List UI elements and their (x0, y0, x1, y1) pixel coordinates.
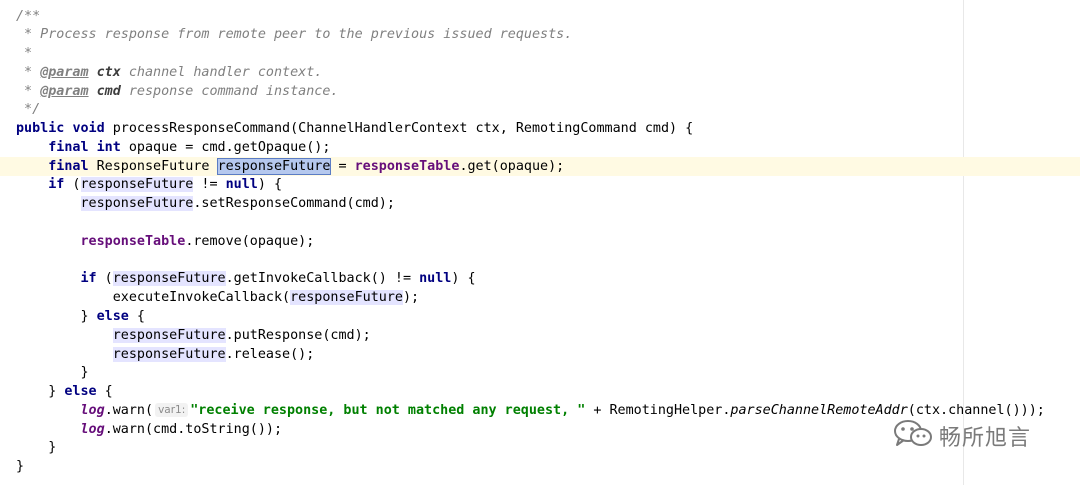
keyword-else: else (64, 384, 97, 399)
code-line-8: final int opaque = cmd.getOpaque(); (16, 138, 330, 157)
param-tag[interactable]: @param (40, 84, 88, 99)
code-editor[interactable]: /** * Process response from remote peer … (0, 0, 1080, 485)
code-line-13: responseTable.remove(opaque); (16, 232, 315, 251)
keyword-null: null (419, 271, 452, 286)
watermark-text: 畅所旭言 (939, 426, 1032, 451)
right-brace: } (80, 309, 89, 324)
keyword-else: else (96, 309, 129, 324)
right-brace: } (48, 384, 57, 399)
execute-invoke-callback-call: executeInvokeCallback( (112, 290, 291, 305)
response-future-usage[interactable]: responseFuture (112, 347, 226, 362)
warn-call-open: .warn( (104, 403, 154, 418)
assign-operator: = (330, 159, 355, 174)
param-ctx-desc: channel handler context. (120, 65, 323, 80)
code-line-1: /** (16, 7, 40, 26)
field-log[interactable]: log (81, 422, 105, 437)
open-brace: { (96, 384, 113, 399)
code-line-15: if (responseFuture.getInvokeCallback() !… (16, 269, 476, 288)
get-opaque-call: .get(opaque); (459, 159, 565, 174)
code-line-25: } (16, 457, 24, 476)
comment-summary: * Process response from remote peer to t… (16, 27, 573, 42)
keyword-void: void (72, 121, 105, 136)
code-line-2: * Process response from remote peer to t… (16, 25, 572, 44)
warn-string-literal: "receive response, but not matched any r… (190, 403, 586, 418)
comment-open: /** (16, 9, 41, 24)
get-invoke-callback-call: .getInvokeCallback() != (225, 271, 420, 286)
response-future-usage[interactable]: responseFuture (80, 177, 194, 192)
code-line-20: } (16, 363, 89, 382)
parse-remote-addr-call[interactable]: parseChannelRemoteAddr (730, 403, 907, 418)
method-signature[interactable]: processResponseCommand(ChannelHandlerCon… (105, 121, 693, 136)
opaque-assignment: opaque = cmd.getOpaque(); (120, 140, 331, 155)
ctx-channel-args: (ctx.channel())); (907, 403, 1045, 418)
code-line-21: } else { (16, 382, 113, 401)
response-future-usage[interactable]: responseFuture (112, 271, 226, 286)
code-line-24: } (16, 438, 56, 457)
response-future-usage[interactable]: responseFuture (80, 196, 194, 211)
open-brace: { (128, 309, 145, 324)
code-line-19: responseFuture.release(); (16, 345, 314, 364)
code-line-23: log.warn(cmd.toString()); (16, 420, 283, 439)
param-cmd-name: cmd (96, 84, 121, 99)
code-line-7: public void processResponseCommand(Chann… (16, 119, 693, 138)
remove-opaque-call: .remove(opaque); (185, 234, 315, 249)
field-response-table[interactable]: responseTable (81, 234, 186, 249)
keyword-final: final (48, 140, 89, 155)
code-line-4: * @param ctx channel handler context. (16, 63, 322, 82)
code-line-17: } else { (16, 307, 146, 326)
right-brace: } (80, 365, 89, 380)
code-line-5: * @param cmd response command instance. (16, 82, 338, 101)
warn-to-string-call: .warn(cmd.toString()); (104, 422, 283, 437)
keyword-null: null (225, 177, 258, 192)
code-line-22: log.warn(var1: "receive response, but not… (16, 401, 1045, 420)
keyword-public: public (16, 121, 65, 136)
close-paren-semi: ); (403, 290, 420, 305)
not-equal-operator: != (193, 177, 226, 192)
param-cmd-desc: response command instance. (120, 84, 339, 99)
keyword-int: int (96, 140, 121, 155)
comment-close: */ (16, 102, 41, 117)
comment-star: * (16, 65, 41, 80)
paren-close-brace: ) { (451, 271, 476, 286)
paren-open: ( (64, 177, 81, 192)
paren-close-brace: ) { (257, 177, 283, 192)
release-call: .release(); (225, 347, 315, 362)
wechat-icon (893, 419, 933, 453)
comment-star: * (16, 84, 41, 99)
keyword-if: if (80, 271, 97, 286)
code-line-6: */ (16, 100, 40, 119)
comment-blank: * (16, 46, 33, 61)
parameter-hint: var1: (155, 403, 189, 417)
response-future-usage[interactable]: responseFuture (112, 328, 226, 343)
keyword-if: if (48, 177, 65, 192)
put-response-call: .putResponse(cmd); (225, 328, 371, 343)
code-line-18: responseFuture.putResponse(cmd); (16, 326, 371, 345)
response-future-usage[interactable]: responseFuture (290, 290, 403, 305)
code-line-10: if (responseFuture != null) { (16, 175, 282, 194)
field-log[interactable]: log (81, 403, 105, 418)
code-line-9: final ResponseFuture responseFuture = re… (16, 157, 564, 176)
code-line-3: * (16, 44, 32, 63)
set-response-command-call: .setResponseCommand(cmd); (193, 196, 395, 211)
code-line-16: executeInvokeCallback(responseFuture); (16, 288, 419, 307)
param-tag[interactable]: @param (40, 65, 88, 80)
right-brace: } (48, 440, 57, 455)
keyword-final: final (48, 159, 89, 174)
selected-variable-response-future[interactable]: responseFuture (216, 158, 332, 175)
paren-open: ( (96, 271, 113, 286)
field-response-table[interactable]: responseTable (355, 159, 460, 174)
code-line-11: responseFuture.setResponseCommand(cmd); (16, 194, 395, 213)
watermark: 畅所旭言 (893, 420, 1031, 452)
response-future-type: ResponseFuture (88, 159, 218, 174)
plus-helper: + RemotingHelper. (585, 403, 731, 418)
param-ctx-name: ctx (96, 65, 121, 80)
right-brace: } (16, 459, 25, 474)
